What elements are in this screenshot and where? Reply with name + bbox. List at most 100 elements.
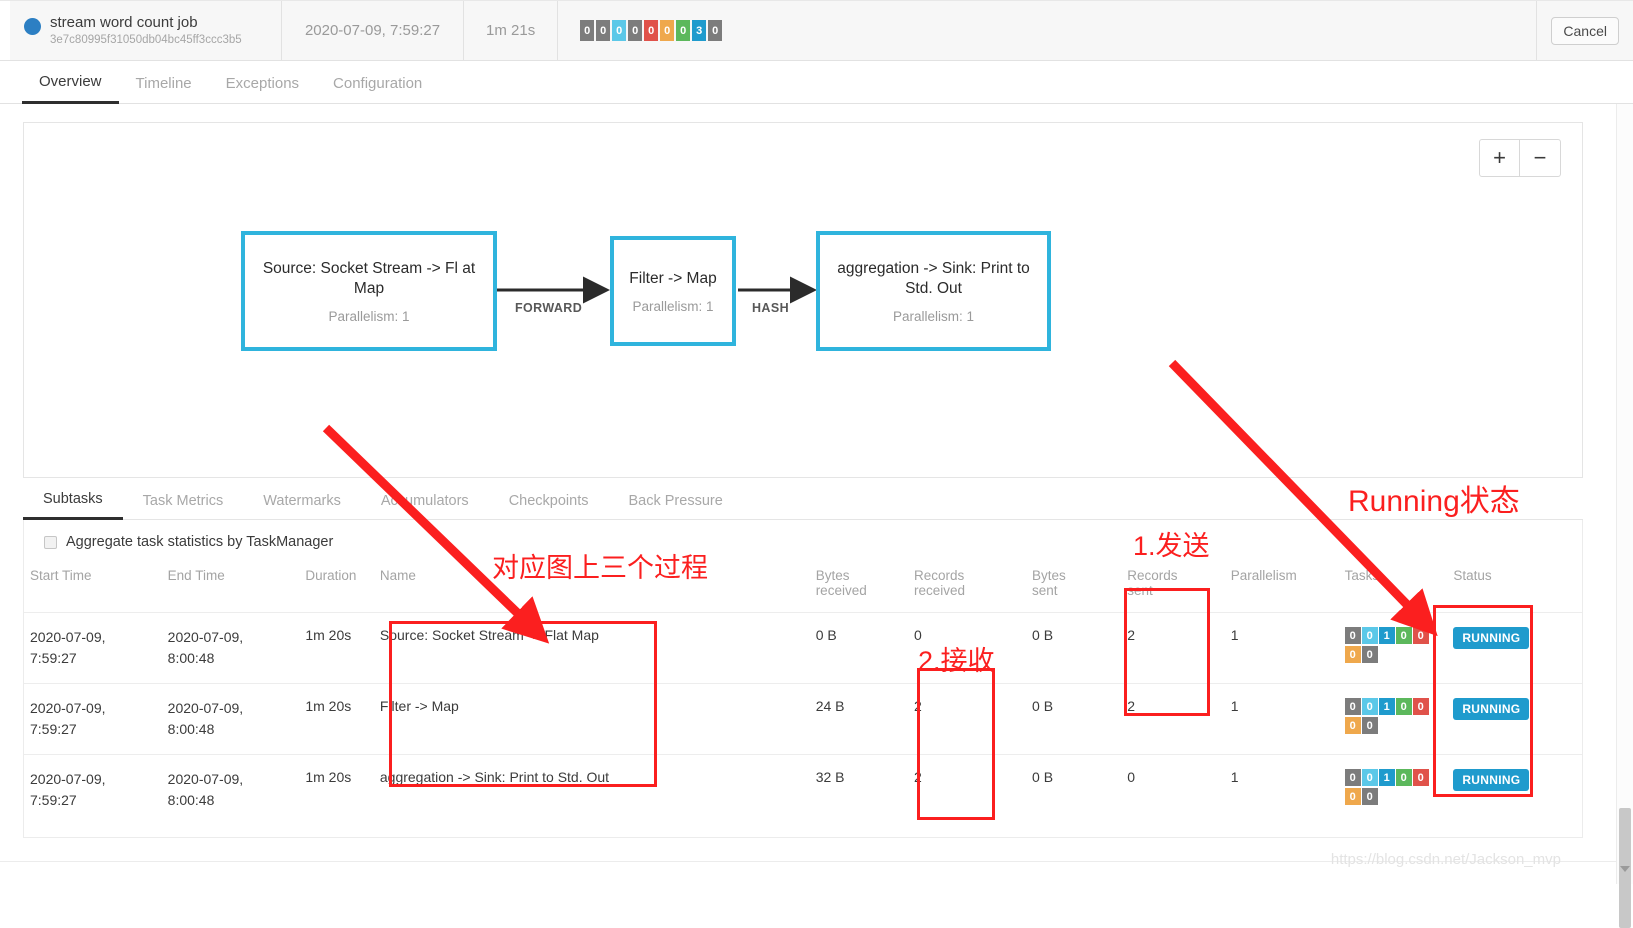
- status-badge: 0: [660, 20, 675, 41]
- subtasks-panel: Aggregate task statistics by TaskManager…: [23, 520, 1583, 838]
- subtab-watermarks[interactable]: Watermarks: [243, 493, 361, 519]
- graph-node-name: Filter -> Map: [629, 269, 717, 287]
- left-edge-stripe: [0, 1, 10, 60]
- graph-node-parallelism: Parallelism: 1: [328, 308, 410, 324]
- task-badge: 0: [1361, 717, 1378, 734]
- task-badge: 0: [1344, 788, 1361, 805]
- cell-bytes-received: 32 B: [815, 769, 845, 785]
- tab-exceptions[interactable]: Exceptions: [209, 75, 316, 103]
- status-badge: 0: [580, 20, 595, 41]
- job-nav-tabs: Overview Timeline Exceptions Configuration: [0, 61, 1633, 104]
- tab-overview[interactable]: Overview: [22, 73, 119, 104]
- subtab-subtasks[interactable]: Subtasks: [23, 491, 123, 520]
- table-header-row: Start Time End Time Duration Name Bytes recei…: [24, 560, 1582, 613]
- tab-timeline[interactable]: Timeline: [119, 75, 209, 103]
- cancel-button[interactable]: Cancel: [1551, 16, 1619, 45]
- column-header-parallelism[interactable]: Parallelism: [1224, 560, 1339, 613]
- column-header-bytes-received[interactable]: Bytes received: [809, 560, 909, 613]
- job-header-bar: stream word count job 3e7c80995f31050db0…: [0, 0, 1633, 61]
- edge-label-forward: FORWARD: [515, 301, 583, 315]
- cell-name: aggregation -> Sink: Print to Std. Out: [379, 769, 610, 785]
- column-header-start-time[interactable]: Start Time: [24, 560, 162, 613]
- status-badge: RUNNING: [1453, 698, 1530, 720]
- subtasks-table: Start Time End Time Duration Name Bytes recei…: [24, 560, 1582, 825]
- task-badge: 0: [1395, 769, 1412, 786]
- task-badge: 1: [1378, 627, 1395, 644]
- job-name: stream word count job: [50, 13, 198, 31]
- cell-name: Source: Socket Stream -> Flat Map: [373, 612, 810, 684]
- tab-configuration[interactable]: Configuration: [316, 75, 439, 103]
- task-badge: 0: [1361, 646, 1378, 663]
- task-badge: 0: [1361, 698, 1378, 715]
- cell-bytes-received: 24 B: [809, 683, 909, 755]
- task-badge: 0: [1344, 698, 1361, 715]
- table-row[interactable]: 2020-07-09, 7:59:27 2020-07-09, 8:00:48 1m 2…: [24, 755, 1582, 826]
- task-badge: 1: [1378, 769, 1395, 786]
- aggregate-toggle-row[interactable]: Aggregate task statistics by TaskManager: [24, 520, 1582, 560]
- header-spacer: [746, 1, 1538, 60]
- vertical-scrollbar[interactable]: [1616, 104, 1633, 928]
- column-header-end-time[interactable]: End Time: [161, 560, 300, 613]
- status-badge: 0: [676, 20, 691, 41]
- table-row[interactable]: 2020-07-09, 7:59:27 2020-07-09, 8:00:48 1m 2…: [24, 683, 1582, 755]
- task-badge: 0: [1395, 627, 1412, 644]
- status-badge: RUNNING: [1453, 769, 1530, 791]
- aggregate-label: Aggregate task statistics by TaskManager: [66, 534, 334, 550]
- task-badge: 0: [1395, 698, 1412, 715]
- cell-duration: 1m 20s: [299, 683, 374, 755]
- task-badge: 0: [1344, 646, 1361, 663]
- column-header-status[interactable]: Status: [1447, 560, 1582, 613]
- task-badge: 0: [1361, 627, 1378, 644]
- column-header-bytes-sent[interactable]: Bytes sent: [1026, 560, 1122, 613]
- subtab-checkpoints[interactable]: Checkpoints: [489, 493, 609, 519]
- cell-status: RUNNING: [1447, 683, 1582, 755]
- cell-parallelism: 1: [1224, 683, 1339, 755]
- cell-duration: 1m 20s: [305, 769, 352, 785]
- graph-node-name: aggregation -> Sink: Print to Std. Out: [837, 259, 1030, 297]
- graph-node-source[interactable]: Source: Socket Stream -> Fl at Map Paral…: [241, 231, 497, 351]
- job-identity: stream word count job 3e7c80995f31050db0…: [10, 1, 282, 60]
- column-header-tasks[interactable]: Tasks: [1338, 560, 1448, 613]
- cell-name: Filter -> Map: [373, 683, 810, 755]
- job-duration: 1m 21s: [464, 1, 559, 60]
- graph-node-aggregation-sink[interactable]: aggregation -> Sink: Print to Std. Out P…: [816, 231, 1051, 351]
- task-badge-group: 0010000: [1344, 627, 1437, 665]
- subtab-task-metrics[interactable]: Task Metrics: [123, 493, 244, 519]
- column-header-records-sent[interactable]: Records sent: [1121, 560, 1225, 613]
- scroll-down-arrow-icon[interactable]: [1620, 866, 1630, 872]
- status-badge: 0: [644, 20, 659, 41]
- cell-end-time: 2020-07-09, 8:00:48: [167, 771, 244, 808]
- cell-bytes-sent: 0 B: [1026, 683, 1122, 755]
- cell-tasks: 0010000: [1338, 612, 1448, 684]
- column-header-name[interactable]: Name: [373, 560, 810, 613]
- table-row[interactable]: 2020-07-09, 7:59:27 2020-07-09, 8:00:48 1m 2…: [24, 612, 1582, 684]
- task-badge-group: 0010000: [1344, 698, 1437, 736]
- cell-duration: 1m 20s: [299, 612, 374, 684]
- graph-node-name: Source: Socket Stream -> Fl at Map: [262, 259, 476, 297]
- status-badge: 3: [692, 20, 707, 41]
- subtab-accumulators[interactable]: Accumulators: [361, 493, 489, 519]
- graph-node-parallelism: Parallelism: 1: [892, 308, 975, 324]
- status-badge: 0: [628, 20, 643, 41]
- cell-bytes-sent: 0 B: [1026, 612, 1122, 684]
- cell-end-time: 2020-07-09, 8:00:48: [161, 683, 300, 755]
- cell-status: RUNNING: [1447, 612, 1582, 684]
- cell-tasks: 0010000: [1338, 683, 1448, 755]
- cell-start-time: 2020-07-09, 7:59:27: [24, 612, 162, 684]
- graph-node-filter-map[interactable]: Filter -> Map Parallelism: 1: [610, 236, 736, 346]
- cell-start-time: 2020-07-09, 7:59:27: [24, 683, 162, 755]
- job-id: 3e7c80995f31050db04bc45ff3ccc3b5: [50, 33, 242, 46]
- task-badge-group: 0010000: [1344, 769, 1437, 807]
- cell-status: RUNNING: [1447, 755, 1582, 826]
- column-header-duration[interactable]: Duration: [299, 560, 374, 613]
- cell-parallelism: 1: [1230, 769, 1239, 785]
- status-badge: 0: [708, 20, 723, 41]
- cell-end-time: 2020-07-09, 8:00:48: [161, 612, 300, 684]
- aggregate-checkbox[interactable]: [44, 535, 57, 549]
- job-status-badges: 000000030: [558, 1, 746, 60]
- subtab-back-pressure[interactable]: Back Pressure: [608, 493, 742, 519]
- column-header-records-received[interactable]: Records received: [908, 560, 1027, 613]
- job-start-time: 2020-07-09, 7:59:27: [282, 1, 464, 60]
- cell-records-sent: 2: [1121, 612, 1225, 684]
- cell-records-sent: 0: [1127, 769, 1136, 785]
